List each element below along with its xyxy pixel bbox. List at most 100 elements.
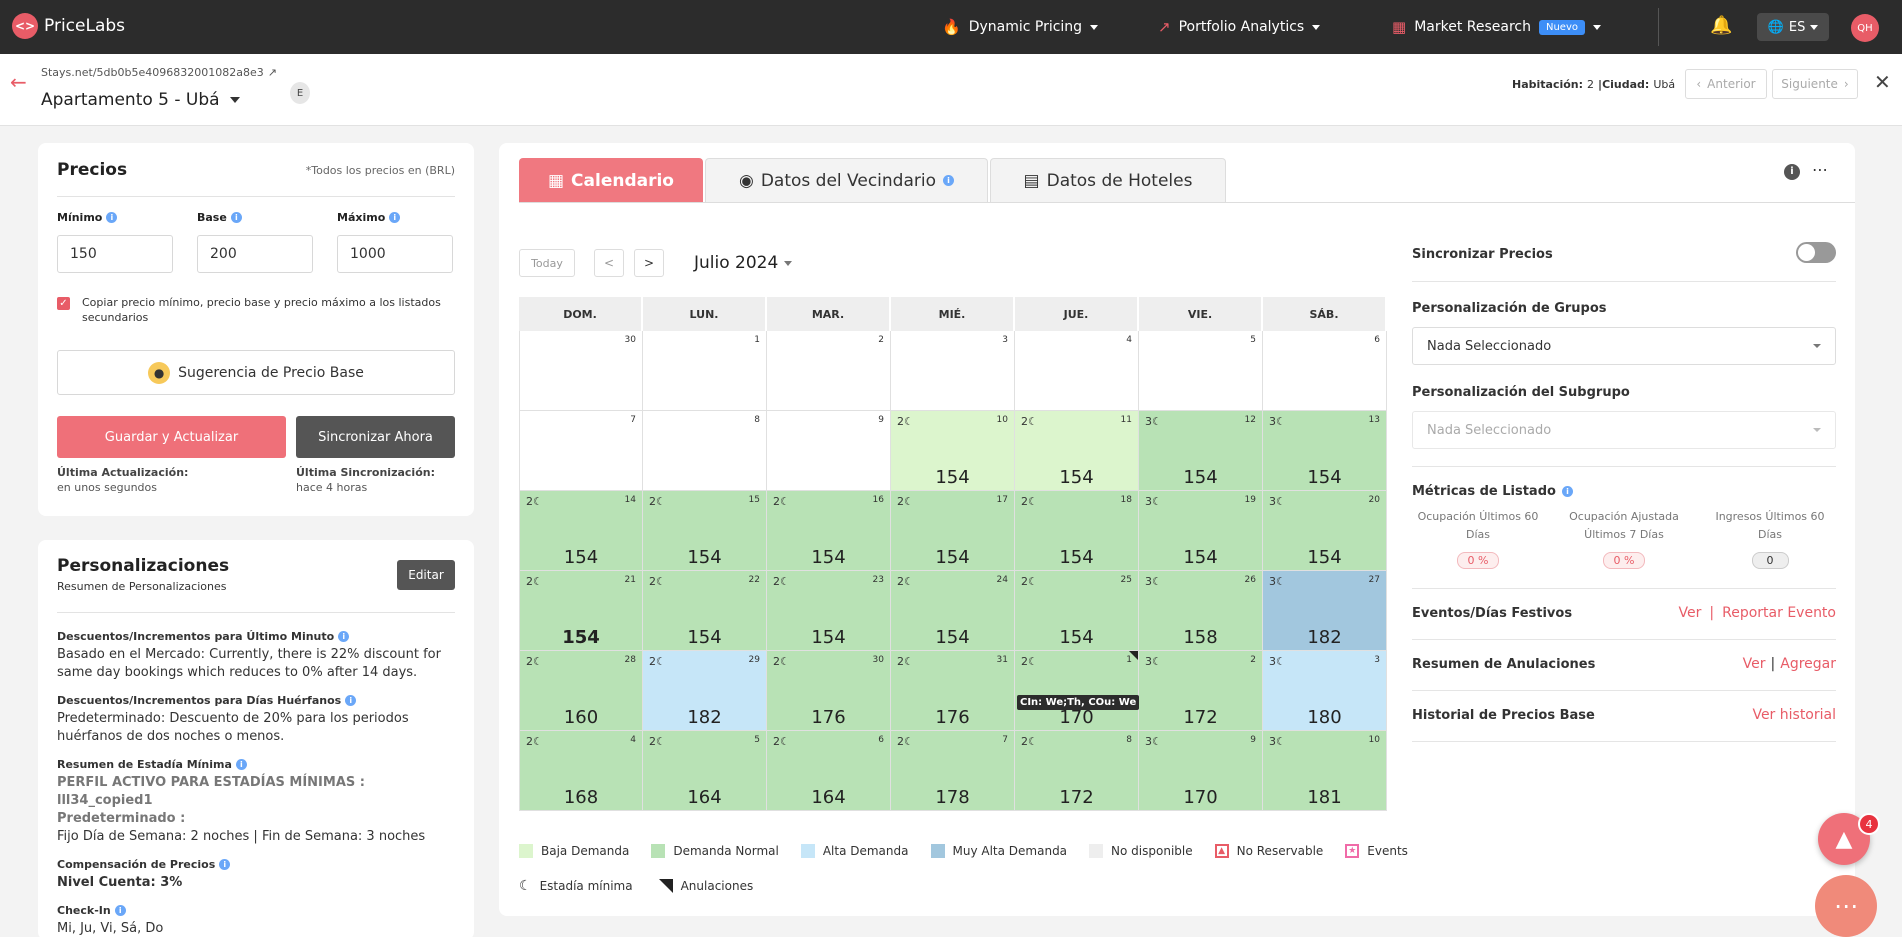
- min-stay: 2☾: [1021, 415, 1038, 428]
- calendar-day-cell[interactable]: 4: [1015, 331, 1139, 411]
- section-title: Check-In: [57, 904, 111, 917]
- view-history-link[interactable]: Ver historial: [1752, 707, 1836, 723]
- today-button[interactable]: Today: [519, 249, 575, 277]
- report-event-link[interactable]: Reportar Evento: [1722, 605, 1836, 621]
- calendar-day-cell[interactable]: 18 2☾ 154: [1015, 491, 1139, 571]
- cancellations-add-link[interactable]: Agregar: [1780, 656, 1836, 672]
- metric-label: Ocupación Últimos 60 Días: [1417, 510, 1539, 541]
- calendar-day-cell[interactable]: 1 2☾ 170 CIn: We;Th, COu: We: [1015, 651, 1140, 731]
- events-view-link[interactable]: Ver: [1679, 605, 1702, 621]
- calendar-day-cell[interactable]: 10 3☾ 181: [1263, 731, 1387, 811]
- bell-icon[interactable]: 🔔: [1710, 15, 1732, 36]
- subgroup-select[interactable]: Nada Seleccionado: [1412, 411, 1836, 449]
- calendar-day-cell[interactable]: 7 2☾ 178: [891, 731, 1015, 811]
- next-month-button[interactable]: >: [634, 249, 664, 277]
- calendar-day-cell[interactable]: 2 3☾ 172: [1139, 651, 1263, 731]
- day-price: 154: [1183, 547, 1218, 568]
- pricelabs-logo[interactable]: <> PriceLabs: [12, 13, 125, 39]
- calendar-day-cell[interactable]: 27 3☾ 182: [1263, 571, 1387, 651]
- calendar-day-cell[interactable]: 22 2☾ 154: [643, 571, 767, 651]
- calendar-day-cell[interactable]: 8: [643, 411, 767, 491]
- more-options-icon[interactable]: ⋯: [1812, 160, 1829, 179]
- tab-hotel-data[interactable]: ▤ Datos de Hoteles: [990, 158, 1226, 202]
- legend-unavailable: No disponible: [1089, 844, 1193, 858]
- day-number: 11: [1120, 415, 1132, 425]
- external-link-icon[interactable]: ↗: [268, 66, 277, 79]
- language-selector[interactable]: 🌐 ES: [1757, 13, 1829, 41]
- save-update-button[interactable]: Guardar y Actualizar: [57, 416, 286, 458]
- calendar-day-cell[interactable]: 28 2☾ 160: [519, 651, 643, 731]
- nav-dynamic-pricing[interactable]: 🔥 Dynamic Pricing: [942, 18, 1099, 36]
- calendar-day-cell[interactable]: 3 3☾ 180: [1263, 651, 1387, 731]
- calendar-day-cell[interactable]: 16 2☾ 154: [767, 491, 891, 571]
- cancellations-row: Resumen de Anulaciones Ver | Agregar: [1412, 640, 1836, 691]
- base-price-input[interactable]: 200: [197, 235, 313, 273]
- info-icon[interactable]: i: [1784, 164, 1800, 180]
- moon-icon: ☾: [904, 415, 914, 428]
- day-number: 25: [1120, 575, 1132, 585]
- max-price-input[interactable]: 1000: [337, 235, 453, 273]
- month-selector[interactable]: Julio 2024: [694, 253, 793, 273]
- calendar-day-cell[interactable]: 9 3☾ 170: [1139, 731, 1263, 811]
- moon-icon: ☾: [519, 878, 532, 894]
- base-price-suggestion-button[interactable]: ● Sugerencia de Precio Base: [57, 350, 455, 395]
- listing-selector[interactable]: Apartamento 5 - Ubá: [41, 90, 240, 110]
- back-arrow-icon[interactable]: ←: [10, 70, 27, 94]
- calendar-day-cell[interactable]: 4 2☾ 168: [519, 731, 643, 811]
- nav-portfolio-analytics[interactable]: ↗ Portfolio Analytics: [1158, 18, 1321, 36]
- calendar-day-cell[interactable]: 6 2☾ 164: [767, 731, 891, 811]
- calendar-day-cell[interactable]: 29 2☾ 182: [643, 651, 767, 731]
- next-button[interactable]: Siguiente ›: [1772, 69, 1858, 99]
- calendar-day-cell[interactable]: 10 2☾ 154: [891, 411, 1015, 491]
- calendar-day-cell[interactable]: 17 2☾ 154: [891, 491, 1015, 571]
- sync-now-button[interactable]: Sincronizar Ahora: [296, 416, 455, 458]
- calendar-day-cell[interactable]: 5 2☾ 164: [643, 731, 767, 811]
- calendar-day-cell[interactable]: 15 2☾ 154: [643, 491, 767, 571]
- calendar-day-cell[interactable]: 2: [767, 331, 891, 411]
- calendar-day-cell[interactable]: 30: [519, 331, 643, 411]
- calendar-day-cell[interactable]: 20 3☾ 154: [1263, 491, 1387, 571]
- calendar-day-cell[interactable]: 31 2☾ 176: [891, 651, 1015, 731]
- calendar-day-cell[interactable]: 14 2☾ 154: [519, 491, 643, 571]
- calendar-day-cell[interactable]: 9: [767, 411, 891, 491]
- calendar-day-cell[interactable]: 26 3☾ 158: [1139, 571, 1263, 651]
- copy-prices-checkbox[interactable]: ✓: [57, 297, 70, 310]
- calendar-day-cell[interactable]: 25 2☾ 154: [1015, 571, 1139, 651]
- tab-calendar[interactable]: ▦ Calendario: [519, 158, 703, 202]
- calendar-day-cell[interactable]: 7: [519, 411, 643, 491]
- edit-button[interactable]: Editar: [397, 560, 455, 590]
- min-price-input[interactable]: 150: [57, 235, 173, 273]
- calendar-day-cell[interactable]: 11 2☾ 154: [1015, 411, 1139, 491]
- calendar-day-cell[interactable]: 5: [1139, 331, 1263, 411]
- chat-button[interactable]: ⋯: [1815, 875, 1877, 937]
- calendar-day-cell[interactable]: 8 2☾ 172: [1015, 731, 1139, 811]
- calendar-day-cell[interactable]: 12 3☾ 154: [1139, 411, 1263, 491]
- previous-button[interactable]: ‹ Anterior: [1685, 69, 1767, 99]
- legend-swatch: [800, 844, 815, 858]
- previous-label: Anterior: [1707, 77, 1756, 91]
- nav-market-research[interactable]: ▦ Market Research Nuevo: [1392, 18, 1601, 36]
- calendar-day-cell[interactable]: 6: [1263, 331, 1387, 411]
- calendar-day-cell[interactable]: 1: [643, 331, 767, 411]
- calendar-day-cell[interactable]: 3: [891, 331, 1015, 411]
- sync-prices-toggle[interactable]: [1796, 242, 1836, 263]
- min-price-label: Mínimo i: [57, 211, 118, 224]
- user-avatar[interactable]: QH: [1851, 14, 1879, 42]
- calendar-day-cell[interactable]: 23 2☾ 154: [767, 571, 891, 651]
- prev-month-button[interactable]: <: [594, 249, 624, 277]
- metric-value: 0: [1751, 552, 1789, 569]
- close-icon[interactable]: ✕: [1874, 70, 1891, 94]
- min-stay: 3☾: [1145, 415, 1162, 428]
- groups-select[interactable]: Nada Seleccionado: [1412, 327, 1836, 365]
- min-stay-nights: 2: [649, 495, 656, 508]
- personalizations-card: Personalizaciones Resumen de Personaliza…: [38, 540, 474, 937]
- calendar-day-cell[interactable]: 13 3☾ 154: [1263, 411, 1387, 491]
- cancellations-view-link[interactable]: Ver: [1743, 656, 1766, 672]
- chevron-down-icon: [1813, 344, 1821, 348]
- calendar-day-cell[interactable]: 19 3☾ 154: [1139, 491, 1263, 571]
- tab-neighborhood-data[interactable]: ◉ Datos del Vecindario i: [705, 158, 988, 202]
- calendar-day-cell[interactable]: 30 2☾ 176: [767, 651, 891, 731]
- calendar-day-cell[interactable]: 24 2☾ 154: [891, 571, 1015, 651]
- calendar-day-cell[interactable]: 21 2☾ 154: [519, 571, 643, 651]
- min-stay-nights: 2: [526, 495, 533, 508]
